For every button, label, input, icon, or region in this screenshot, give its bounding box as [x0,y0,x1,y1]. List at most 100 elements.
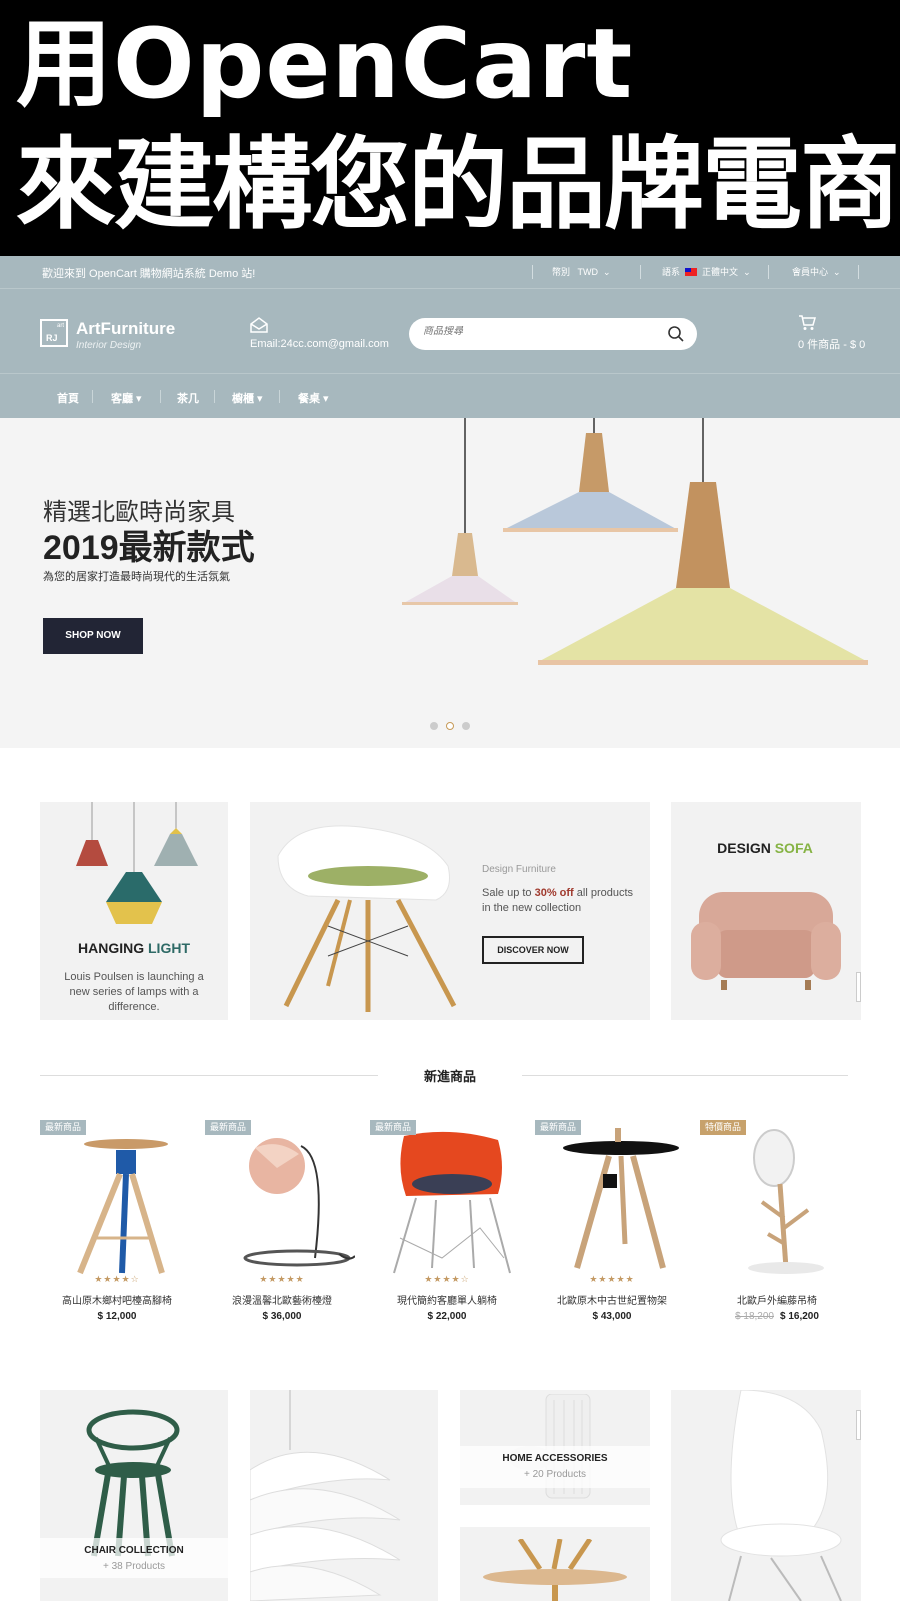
product-image-lamp [243,1138,355,1267]
banner-line-2: 來建構您的品牌電商 [16,126,900,243]
hanging-lamps-image [74,802,198,924]
product-card[interactable]: 最新商品 ★★★★☆ 高山原木鄉村吧檯高腳椅 $ 12,000 [40,1120,194,1330]
section-line-right [522,1075,848,1076]
product-card[interactable]: 最新商品 ★★★★☆ 現代簡約客廳單人躺椅 $ 22,000 [370,1120,524,1330]
promo-sofa-title: DESIGN SOFA [671,840,859,856]
divider [532,265,533,279]
logo-tagline: Interior Design [76,340,142,351]
scroll-tab[interactable] [856,1410,861,1440]
category-chair-collection[interactable]: CHAIR COLLECTION + 38 Products [40,1390,228,1601]
category-chair-label: CHAIR COLLECTION [84,1545,184,1556]
product-card[interactable]: 特價商品 北歐戶外編藤吊椅 $ 18,200 $ 16,200 [700,1120,854,1330]
product-image-armchair [393,1131,511,1274]
promo-chair-desc-c: all products [573,887,634,899]
sofa-image [691,892,841,990]
language-label: 語系 [662,267,681,277]
category-lighting[interactable] [250,1390,438,1601]
promo-hanging-light[interactable]: HANGING LIGHT Louis Poulsen is launching… [40,802,228,1020]
product-name[interactable]: 現代簡約客廳單人躺椅 [370,1292,524,1307]
product-price: $ 12,000 [97,1311,137,1322]
promo-light-title-a: HANGING [78,940,148,956]
wood-table-image [483,1539,627,1601]
search-box [409,318,697,350]
promo-sofa-title-a: DESIGN [717,840,775,856]
shop-now-button[interactable]: SHOP NOW [43,618,143,654]
category-home-accessories[interactable]: HOME ACCESSORIES + 20 Products [460,1390,650,1505]
divider [858,265,859,279]
discover-now-button[interactable]: DISCOVER NOW [482,936,584,964]
category-chair-count: + 38 Products [103,1561,165,1572]
account-dropdown[interactable]: 會員中心 ⌄ [792,265,841,278]
promo-sofa-title-b: SOFA [774,840,813,856]
promo-chair-desc-b: 30% off [534,887,574,899]
product-image-side-table [563,1128,679,1269]
category-white-chairs[interactable] [671,1390,861,1601]
slider-dot[interactable] [430,722,438,730]
product-name[interactable]: 高山原木鄉村吧檯高腳椅 [40,1292,194,1307]
product-price: $ 22,000 [427,1311,467,1322]
scroll-tab[interactable] [856,972,861,1002]
search-input[interactable] [423,326,653,337]
nav-item-living-room[interactable]: 客廳 ▾ [111,390,142,406]
email-text[interactable]: Email:24cc.com@gmail.com [250,338,389,350]
nav-item-coffee-table[interactable]: 茶几 [177,390,199,406]
currency-value: TWD [577,267,599,277]
category-home-count: + 20 Products [524,1469,586,1480]
banner-line-1: 用OpenCart [16,8,634,120]
product-card[interactable]: 最新商品 ★★★★★ 北歐原木中古世紀置物架 $ 43,000 [535,1120,689,1330]
site-header: art RJ ArtFurniture Interior Design Emai… [0,288,900,374]
search-icon[interactable] [667,325,685,343]
badge-new: 最新商品 [205,1120,252,1135]
currency-dropdown[interactable]: 幣別 TWD ⌄ [552,265,611,278]
badge-new: 最新商品 [370,1120,417,1135]
logo-mark-small: art [57,323,65,329]
nav-item-dining-table[interactable]: 餐桌 ▾ [298,390,329,406]
green-chair-image [86,1409,180,1557]
promo-chair-desc: Sale up to 30% off all products in the n… [482,886,633,916]
category-tables[interactable] [460,1527,650,1601]
product-image-mirror-stand [748,1129,824,1274]
main-nav: 首頁 客廳 ▾ 茶几 櫥櫃 ▾ 餐桌 ▾ [0,374,900,418]
rating-stars: ★★★★★ [589,1274,635,1284]
product-price: $ 36,000 [262,1311,302,1322]
hero-slider: 精選北歐時尚家具 2019最新款式 為您的居家打造最時尚現代的生活氛氣 SHOP… [0,418,900,748]
product-sale-price: $ 16,200 [780,1311,819,1322]
badge-new: 最新商品 [535,1120,582,1135]
product-name[interactable]: 北歐戶外編藤吊椅 [700,1292,854,1307]
divider [160,390,161,403]
account-label: 會員中心 [792,267,829,277]
category-label-bg [40,1538,228,1578]
chair-image [277,825,457,1012]
nav-item-home[interactable]: 首頁 [57,390,79,406]
language-dropdown[interactable]: 語系 正體中文 ⌄ [662,265,751,278]
hero-title: 2019最新款式 [43,529,255,567]
divider [640,265,641,279]
slider-dot[interactable] [462,722,470,730]
currency-label: 幣別 [552,267,571,277]
promo-design-sofa[interactable]: DESIGN SOFA [671,802,861,1020]
product-name[interactable]: 浪漫溫馨北歐藝術檯燈 [205,1292,359,1307]
chevron-down-icon: ⌄ [740,267,751,277]
white-chair-image [720,1390,842,1601]
mail-icon [250,317,268,333]
logo-name[interactable]: ArtFurniture [76,319,175,339]
promo-chair-desc-d: in the new collection [482,902,582,914]
product-name[interactable]: 北歐原木中古世紀置物架 [535,1292,689,1307]
product-price: $ 43,000 [592,1311,632,1322]
rating-stars: ★★★★☆ [94,1274,140,1284]
cart-summary[interactable]: 0 件商品 - $ 0 [798,336,865,352]
promo-banner: 用OpenCart 來建構您的品牌電商 [0,0,900,256]
promo-design-furniture[interactable]: Design Furniture Sale up to 30% off all … [250,802,650,1020]
hero-description: 為您的居家打造最時尚現代的生活氛氣 [43,571,230,583]
logo-mark[interactable]: art RJ [40,319,68,347]
nav-item-cabinet[interactable]: 櫥櫃 ▾ [232,390,263,406]
product-price: $ 18,200 $ 16,200 [700,1311,854,1322]
cart-icon[interactable] [798,315,816,331]
badge-sale: 特價商品 [700,1120,747,1135]
rating-stars: ★★★★☆ [424,1274,470,1284]
badge-new: 最新商品 [40,1120,87,1135]
chevron-down-icon: ⌄ [830,267,841,277]
logo-mark-text: RJ [46,333,58,343]
slider-dot-active[interactable] [446,722,454,730]
product-card[interactable]: 最新商品 ★★★★★ 浪漫溫馨北歐藝術檯燈 $ 36,000 [205,1120,359,1330]
